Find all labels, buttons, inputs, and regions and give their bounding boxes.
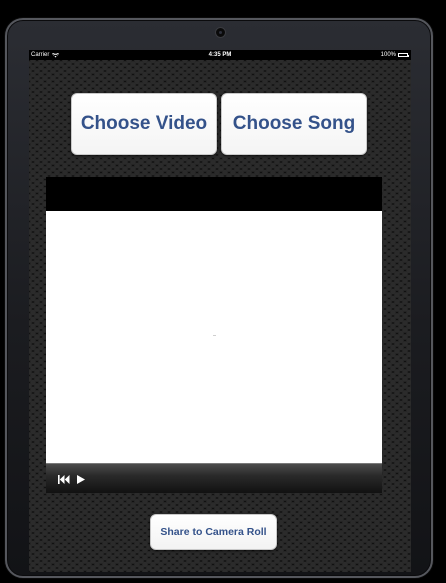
video-player[interactable] (46, 177, 382, 493)
rewind-icon[interactable] (58, 475, 70, 484)
choose-song-button[interactable]: Choose Song (221, 93, 367, 155)
battery-icon (398, 53, 409, 57)
share-to-camera-roll-button[interactable]: Share to Camera Roll (150, 514, 277, 550)
player-top-bar (46, 177, 382, 211)
battery-percentage: 100% (380, 52, 396, 58)
play-icon[interactable] (77, 475, 85, 484)
ipad-frame: Carrier 4:35 PM 100% Choose Video Choose… (5, 18, 433, 578)
app-screen: Carrier 4:35 PM 100% Choose Video Choose… (29, 50, 411, 572)
status-right: 100% (380, 50, 409, 60)
status-time: 4:35 PM (208, 52, 232, 58)
front-camera (215, 27, 226, 38)
loading-indicator (213, 335, 216, 336)
player-controls (46, 463, 382, 493)
video-area[interactable] (46, 211, 382, 463)
status-bar: Carrier 4:35 PM 100% (29, 50, 411, 60)
choose-video-button[interactable]: Choose Video (71, 93, 217, 155)
